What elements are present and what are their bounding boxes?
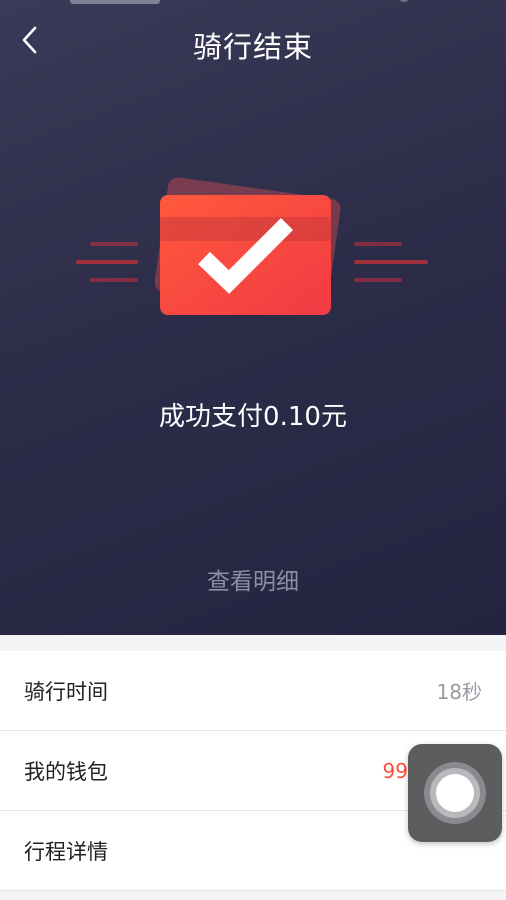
ride-time-label: 骑行时间 <box>24 679 108 704</box>
ride-time-value: 18秒 <box>436 680 482 704</box>
view-details-link[interactable]: 查看明细 <box>0 562 506 596</box>
wallet-value: 99 <box>382 758 408 783</box>
assistive-touch-button[interactable] <box>408 744 502 842</box>
trip-details-label: 行程详情 <box>24 839 108 864</box>
speed-lines-left <box>76 242 138 282</box>
status-bar-fragment <box>70 0 160 4</box>
hero-panel: 骑行结束 成功支付0.10元 查看明细 <box>0 0 506 635</box>
speed-lines-right <box>354 242 428 282</box>
wallet-label: 我的钱包 <box>24 759 108 784</box>
status-bar-fragment <box>398 0 410 2</box>
assistive-touch-icon <box>424 762 486 824</box>
list-item-ride-time[interactable]: 骑行时间 18秒 <box>0 651 506 731</box>
card-check-icon <box>76 177 428 315</box>
page-title: 骑行结束 <box>192 30 313 64</box>
payment-success-text: 成功支付0.10元 <box>159 402 347 432</box>
